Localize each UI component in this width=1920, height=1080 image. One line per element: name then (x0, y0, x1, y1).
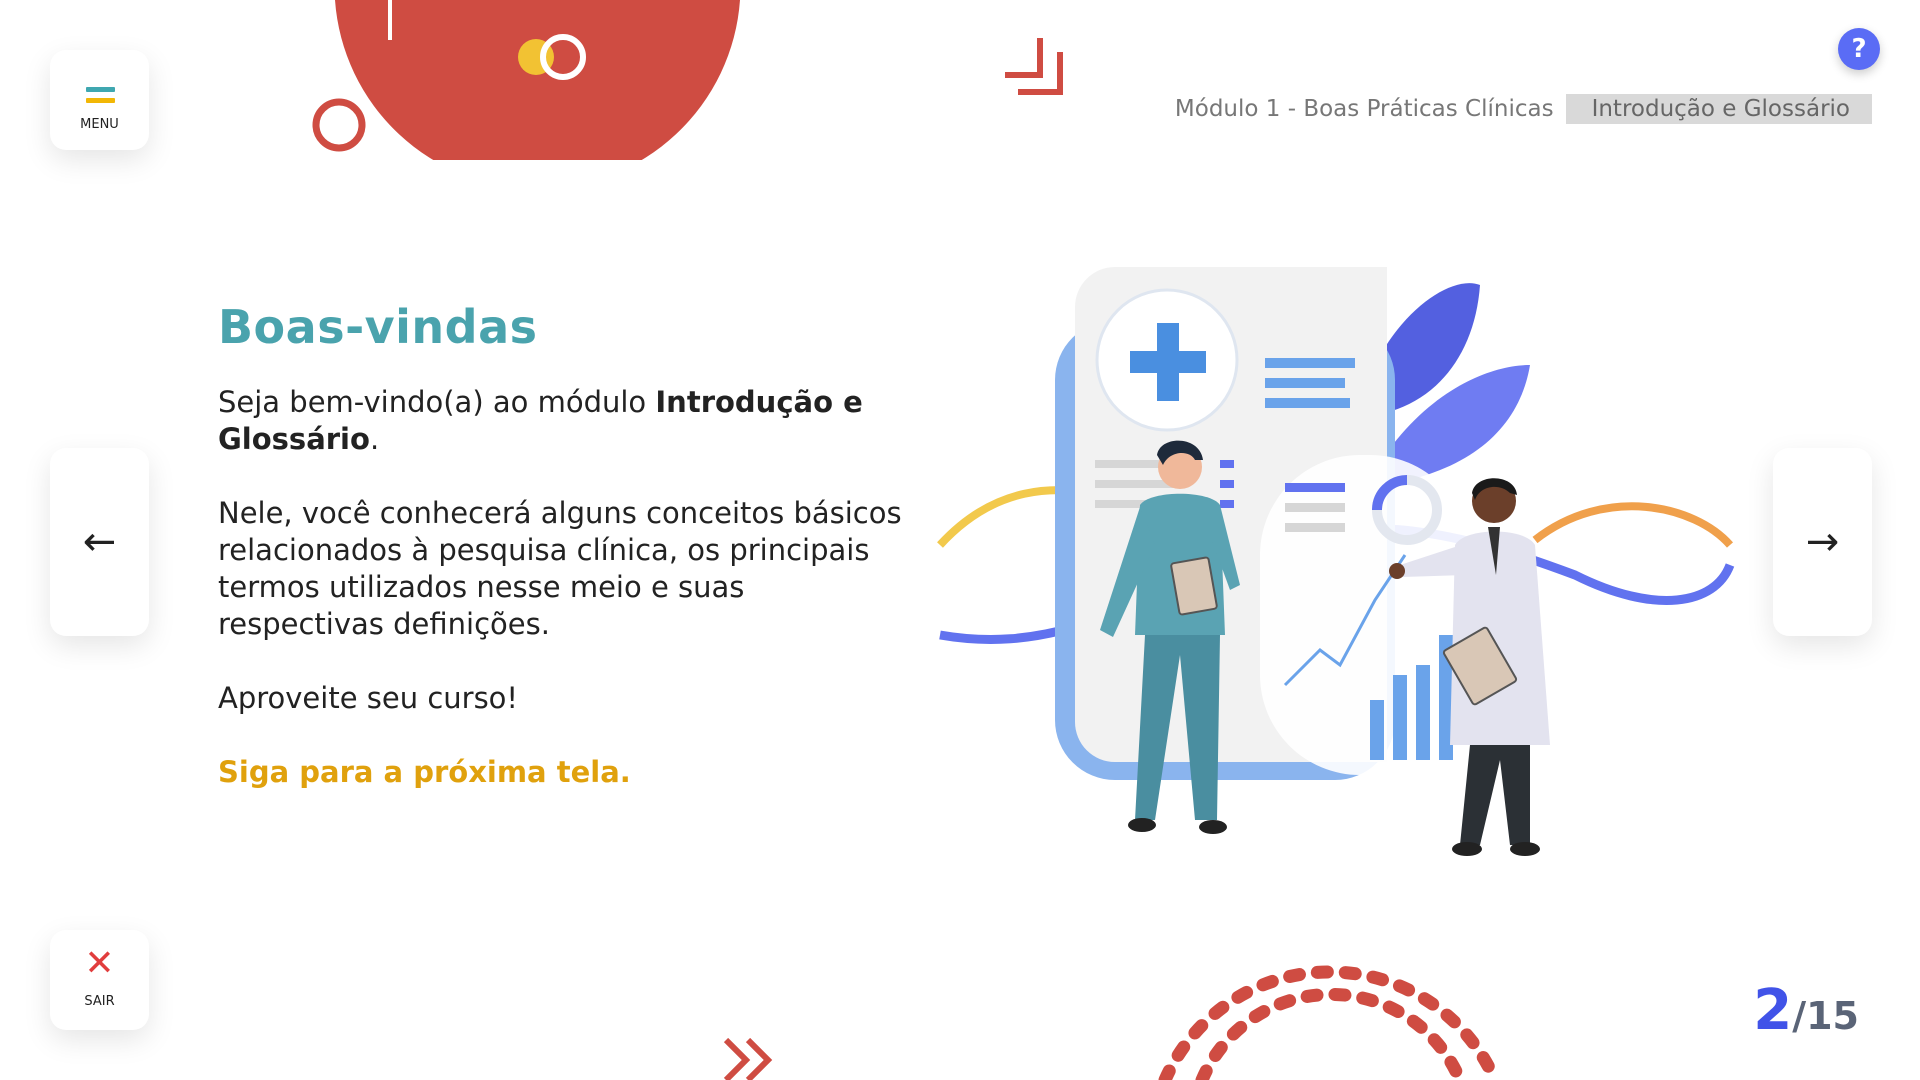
help-icon: ? (1851, 34, 1867, 64)
closing-paragraph: Aproveite seu curso! (218, 681, 519, 715)
intro-text: Seja bem-vindo(a) ao módulo (218, 385, 656, 419)
breadcrumb-current-section: Introdução e Glossário (1565, 94, 1872, 124)
arrow-right-icon: → (1805, 519, 1840, 565)
lesson-content: Boas-vindas Seja bem-vindo(a) ao módulo … (218, 300, 918, 791)
breadcrumb-module: Módulo 1 - Boas Práticas Clínicas (1174, 96, 1554, 122)
next-screen-hint: Siga para a próxima tela. (218, 755, 631, 789)
doctors-illustration (937, 267, 1735, 856)
intro-paragraph: Seja bem-vindo(a) ao módulo Introdução e… (218, 384, 918, 458)
page-title: Boas-vindas (218, 300, 538, 354)
arrow-left-icon: ← (82, 519, 117, 565)
exit-label: SAIR (84, 994, 115, 1009)
current-page: 2 (1753, 978, 1793, 1043)
menu-label: MENU (80, 117, 119, 132)
decorative-shapes-top (312, 0, 1063, 160)
chevrons-decoration (723, 1038, 773, 1080)
total-pages: /15 (1792, 994, 1859, 1038)
previous-screen-button[interactable]: ← (50, 448, 149, 636)
help-button[interactable]: ? (1838, 28, 1880, 70)
menu-button[interactable]: MENU (50, 50, 149, 150)
breadcrumb: Módulo 1 - Boas Práticas Clínicas Introd… (1175, 94, 1872, 124)
exit-button[interactable]: ✕ SAIR (50, 930, 149, 1030)
page-counter: 2/15 (1753, 978, 1859, 1043)
next-screen-button[interactable]: → (1773, 448, 1872, 636)
intro-period: . (369, 422, 380, 456)
close-icon: ✕ (84, 943, 115, 984)
dotted-arcs-decoration (1158, 965, 1502, 1080)
description-paragraph: Nele, você conhecerá alguns conceitos bá… (218, 496, 902, 641)
